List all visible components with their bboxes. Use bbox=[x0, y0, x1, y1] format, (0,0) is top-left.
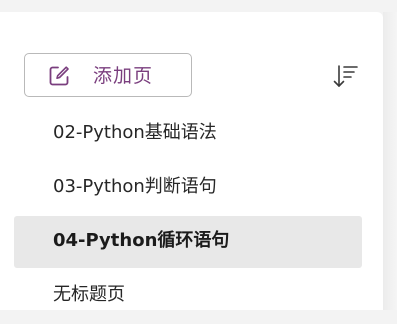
new-page-icon bbox=[47, 64, 71, 88]
page-item-title: 无标题页 bbox=[53, 284, 125, 305]
scrollbar-track[interactable] bbox=[383, 12, 397, 310]
page-item[interactable]: 02-Python基础语法 bbox=[14, 108, 362, 160]
page-item[interactable]: 03-Python判断语句 bbox=[14, 162, 362, 214]
sort-descending-icon bbox=[330, 65, 360, 95]
page-item[interactable]: 无标题页 bbox=[14, 270, 362, 322]
add-page-button[interactable]: 添加页 bbox=[24, 53, 192, 97]
page-item-title: 03-Python判断语句 bbox=[53, 176, 217, 197]
page-item-title: 02-Python基础语法 bbox=[53, 122, 217, 143]
add-page-label: 添加页 bbox=[93, 65, 154, 87]
page-list: 02-Python基础语法 03-Python判断语句 04-Python循环语… bbox=[14, 108, 362, 324]
page-item-selected[interactable]: 04-Python循环语句 bbox=[14, 216, 362, 268]
sort-button[interactable] bbox=[330, 61, 360, 91]
page-item-title: 04-Python循环语句 bbox=[53, 230, 230, 251]
